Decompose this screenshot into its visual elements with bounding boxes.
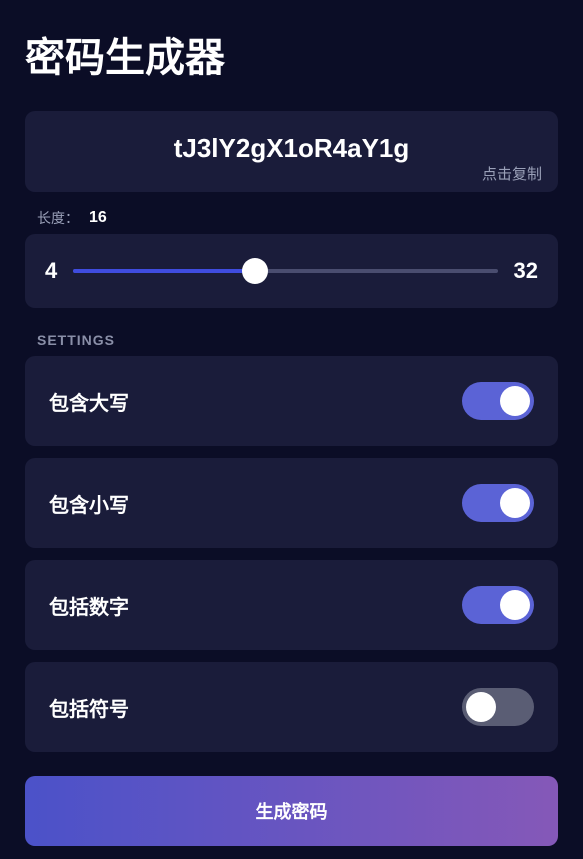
toggle-knob	[466, 692, 496, 722]
copy-hint: 点击复制	[482, 163, 542, 184]
toggle-lowercase[interactable]	[462, 484, 534, 522]
settings-header: SETTINGS	[25, 332, 558, 348]
setting-numbers-label: 包括数字	[49, 591, 129, 620]
setting-uppercase: 包含大写	[25, 356, 558, 446]
toggle-knob	[500, 386, 530, 416]
password-display-card[interactable]: tJ3lY2gX1oR4aY1g 点击复制	[25, 111, 558, 192]
slider-max: 32	[514, 258, 538, 284]
length-label: 长度：	[37, 208, 79, 228]
length-readout: 长度： 16	[25, 208, 558, 228]
setting-symbols-label: 包括符号	[49, 693, 129, 722]
slider-fill	[73, 269, 255, 273]
toggle-knob	[500, 488, 530, 518]
page-title: 密码生成器	[25, 25, 558, 83]
setting-lowercase-label: 包含小写	[49, 489, 129, 518]
length-slider[interactable]	[73, 269, 497, 273]
generate-button[interactable]: 生成密码	[25, 776, 558, 846]
length-value: 16	[89, 209, 107, 227]
setting-lowercase: 包含小写	[25, 458, 558, 548]
setting-numbers: 包括数字	[25, 560, 558, 650]
slider-min: 4	[45, 258, 57, 284]
toggle-knob	[500, 590, 530, 620]
toggle-numbers[interactable]	[462, 586, 534, 624]
slider-thumb[interactable]	[242, 258, 268, 284]
toggle-uppercase[interactable]	[462, 382, 534, 420]
toggle-symbols[interactable]	[462, 688, 534, 726]
generated-password: tJ3lY2gX1oR4aY1g	[47, 133, 536, 164]
setting-uppercase-label: 包含大写	[49, 387, 129, 416]
length-slider-card: 4 32	[25, 234, 558, 308]
setting-symbols: 包括符号	[25, 662, 558, 752]
